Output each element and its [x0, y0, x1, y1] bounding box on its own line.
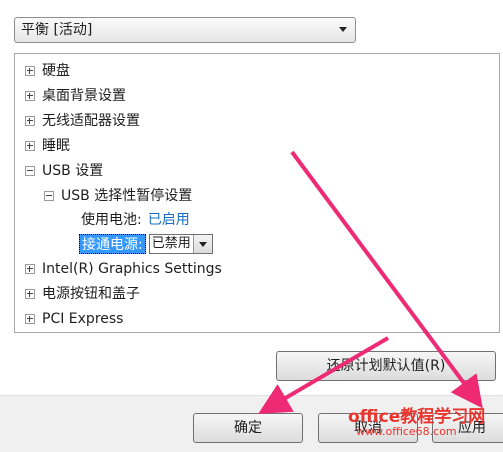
- tree-item-label: PCI Express: [42, 311, 124, 327]
- setting-value-link[interactable]: 已启用: [148, 209, 190, 231]
- tree-item-label: 无线适配器设置: [42, 113, 140, 129]
- power-plan-dropdown[interactable]: 平衡 [活动]: [14, 17, 356, 43]
- tree-item-usb-selective-suspend[interactable]: USB 选择性暂停设置: [44, 185, 192, 207]
- tree-item-label: USB 选择性暂停设置: [61, 188, 193, 204]
- watermark-url: www.office68.com: [356, 425, 457, 438]
- tree-item-usb-settings[interactable]: USB 设置: [25, 160, 103, 182]
- power-plan-value: 平衡 [活动]: [21, 22, 93, 38]
- expand-plus-icon[interactable]: [25, 116, 35, 126]
- tree-item-wireless-adapter[interactable]: 无线适配器设置: [25, 110, 140, 132]
- expand-plus-icon[interactable]: [25, 91, 35, 101]
- restore-defaults-button[interactable]: 还原计划默认值(R): [276, 351, 496, 381]
- expand-plus-icon[interactable]: [25, 314, 35, 324]
- plugged-in-select-value: 已禁用: [151, 236, 191, 251]
- tree-item-label: 桌面背景设置: [42, 88, 126, 104]
- expand-plus-icon[interactable]: [25, 264, 35, 274]
- setting-label-selected: 接通电源:: [79, 234, 146, 254]
- tree-item-label: 硬盘: [42, 63, 70, 79]
- tree-item-label: 电源按钮和盖子: [42, 286, 140, 302]
- tree-item-pci-express[interactable]: PCI Express: [25, 308, 123, 330]
- tree-item-label: USB 设置: [42, 163, 104, 179]
- tree-item-label: Intel(R) Graphics Settings: [42, 261, 222, 277]
- collapse-minus-icon[interactable]: [44, 191, 54, 201]
- collapse-minus-icon[interactable]: [25, 166, 35, 176]
- tree-item-plugged-in[interactable]: 接通电源: 已禁用: [79, 233, 213, 255]
- ok-button[interactable]: 确定: [193, 413, 303, 443]
- expand-plus-icon[interactable]: [25, 66, 35, 76]
- tree-item-power-buttons-lid[interactable]: 电源按钮和盖子: [25, 283, 140, 305]
- setting-label: 使用电池:: [81, 212, 142, 228]
- tree-item-sleep[interactable]: 睡眠: [25, 135, 70, 157]
- tree-item-hard-disk[interactable]: 硬盘: [25, 60, 70, 82]
- tree-item-desktop-background[interactable]: 桌面背景设置: [25, 85, 126, 107]
- expand-plus-icon[interactable]: [25, 141, 35, 151]
- tree-item-intel-graphics[interactable]: Intel(R) Graphics Settings: [25, 258, 222, 280]
- plugged-in-select[interactable]: 已禁用: [148, 234, 213, 254]
- chevron-down-icon[interactable]: [339, 27, 347, 32]
- tree-item-on-battery[interactable]: 使用电池: 已启用: [81, 209, 190, 231]
- watermark-text: office教程学习网: [348, 407, 486, 427]
- tree-item-label: 睡眠: [42, 138, 70, 154]
- power-settings-tree[interactable]: 硬盘 桌面背景设置 无线适配器设置 睡眠 USB 设置 USB 选择性暂停设置 …: [14, 53, 500, 333]
- chevron-down-icon[interactable]: [192, 235, 212, 253]
- expand-plus-icon[interactable]: [25, 289, 35, 299]
